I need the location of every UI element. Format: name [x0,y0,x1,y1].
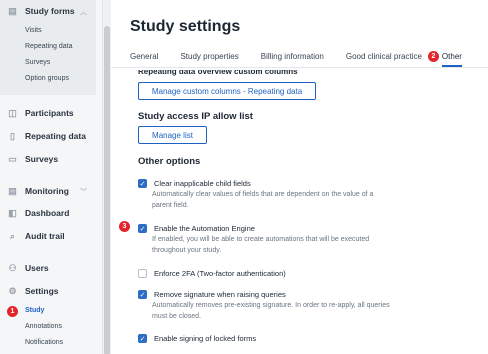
checkbox-checked[interactable]: ✓ [138,179,147,188]
sidebar-item-label: Participants [25,108,74,118]
option-description: If enabled, you will be able to create a… [152,236,370,254]
sidebar-item-label: Audit trail [25,231,65,241]
tab-study-properties[interactable]: Study properties [180,52,238,67]
sidebar-subitem-surveys[interactable]: Surveys [25,59,50,66]
sidebar-subitem-notifications[interactable]: Notifications [25,339,63,346]
sidebar-subitem-annotations[interactable]: Annotations [25,323,62,330]
users-icon: ⚇ [8,262,17,273]
option-clear-inapplicable: ✓ Clear inapplicable child fields Automa… [138,179,478,211]
sidebar-item-monitoring[interactable]: ▤ Monitoring [8,185,69,197]
sidebar-item-label: Users [25,263,49,273]
sidebar-item-settings[interactable]: ⚙ Settings [8,285,59,297]
participants-icon: ◫ [8,107,17,118]
tab-general[interactable]: General [130,52,158,67]
option-label: Enable the Automation Engine [154,224,255,233]
sidebar-item-surveys[interactable]: ▭ Surveys [8,153,59,165]
sidebar-subitem-repeating-data[interactable]: Repeating data [25,43,72,50]
monitoring-icon: ▤ [8,185,17,196]
option-description: Automatically clear values of fields tha… [152,191,374,209]
sidebar-item-participants[interactable]: ◫ Participants [8,107,74,119]
manage-custom-columns-button[interactable]: Manage custom columns - Repeating data [138,82,316,100]
checkbox-checked[interactable]: ✓ [138,224,147,233]
option-label: Remove signature when raising queries [154,290,286,299]
sidebar-item-label: Dashboard [25,208,70,218]
sidebar-subitem-option-groups[interactable]: Option groups [25,75,69,82]
sidebar-item-study-forms[interactable]: ▤ Study forms [8,5,75,17]
annotation-badge-3: 3 [119,221,130,232]
repeating-data-icon: ▯ [10,130,15,141]
option-description: Automatically removes pre-existing signa… [152,302,390,320]
chevron-down-icon[interactable]: ﹀ [80,187,87,197]
sidebar-item-dashboard[interactable]: ◧ Dashboard [8,207,70,219]
page-title: Study settings [130,18,241,35]
tab-good-clinical-practice[interactable]: Good clinical practice [346,52,422,67]
tab-other[interactable]: Other [441,52,462,67]
option-automation-engine: ✓ Enable the Automation Engine If enable… [138,224,478,256]
settings-icon: ⚙ [8,285,17,296]
sidebar-subitem-visits[interactable]: Visits [25,27,42,34]
option-label: Enforce 2FA (Two-factor authentication) [154,269,286,278]
checkbox-checked[interactable]: ✓ [138,334,147,343]
form-icon: ▤ [8,5,17,16]
surveys-icon: ▭ [8,153,17,164]
sidebar-item-audit-trail[interactable]: ⌕ Audit trail [8,230,65,242]
section-heading-other-options: Other options [138,156,201,167]
main-content: Study settings General Study properties … [111,0,488,354]
section-heading-ip-allow-list: Study access IP allow list [138,111,253,122]
checkbox-unchecked[interactable] [138,269,147,278]
section-heading-custom-columns: Repeating data overview custom columns [138,70,298,76]
sidebar: ▤ Study forms ︿ Visits Repeating data Su… [0,0,103,354]
option-remove-signature: ✓ Remove signature when raising queries … [138,290,478,322]
sidebar-item-label: Study forms [25,6,75,16]
sidebar-item-label: Repeating data [25,131,86,141]
sidebar-subitem-study[interactable]: Study [25,307,44,314]
chevron-up-icon[interactable]: ︿ [80,7,87,17]
manage-list-button[interactable]: Manage list [138,126,207,144]
dashboard-icon: ◧ [8,207,17,218]
checkbox-checked[interactable]: ✓ [138,290,147,299]
option-enforce-2fa: Enforce 2FA (Two-factor authentication) [138,269,478,278]
tab-billing-information[interactable]: Billing information [261,52,324,67]
option-label: Enable signing of locked forms [154,334,257,343]
sidebar-item-label: Monitoring [25,186,69,196]
sidebar-scrollbar-thumb[interactable] [104,26,110,354]
audit-trail-icon: ⌕ [9,230,16,241]
annotation-badge-1: 1 [7,306,18,317]
option-label: Clear inapplicable child fields [154,179,251,188]
sidebar-item-repeating-data[interactable]: ▯ Repeating data [8,130,86,142]
annotation-badge-2: 2 [427,51,439,62]
sidebar-item-users[interactable]: ⚇ Users [8,262,49,274]
option-signing-locked-forms: ✓ Enable signing of locked forms [138,334,478,343]
sidebar-item-label: Surveys [25,154,59,164]
sidebar-item-label: Settings [25,286,59,296]
settings-tabs: General Study properties Billing informa… [130,51,484,67]
